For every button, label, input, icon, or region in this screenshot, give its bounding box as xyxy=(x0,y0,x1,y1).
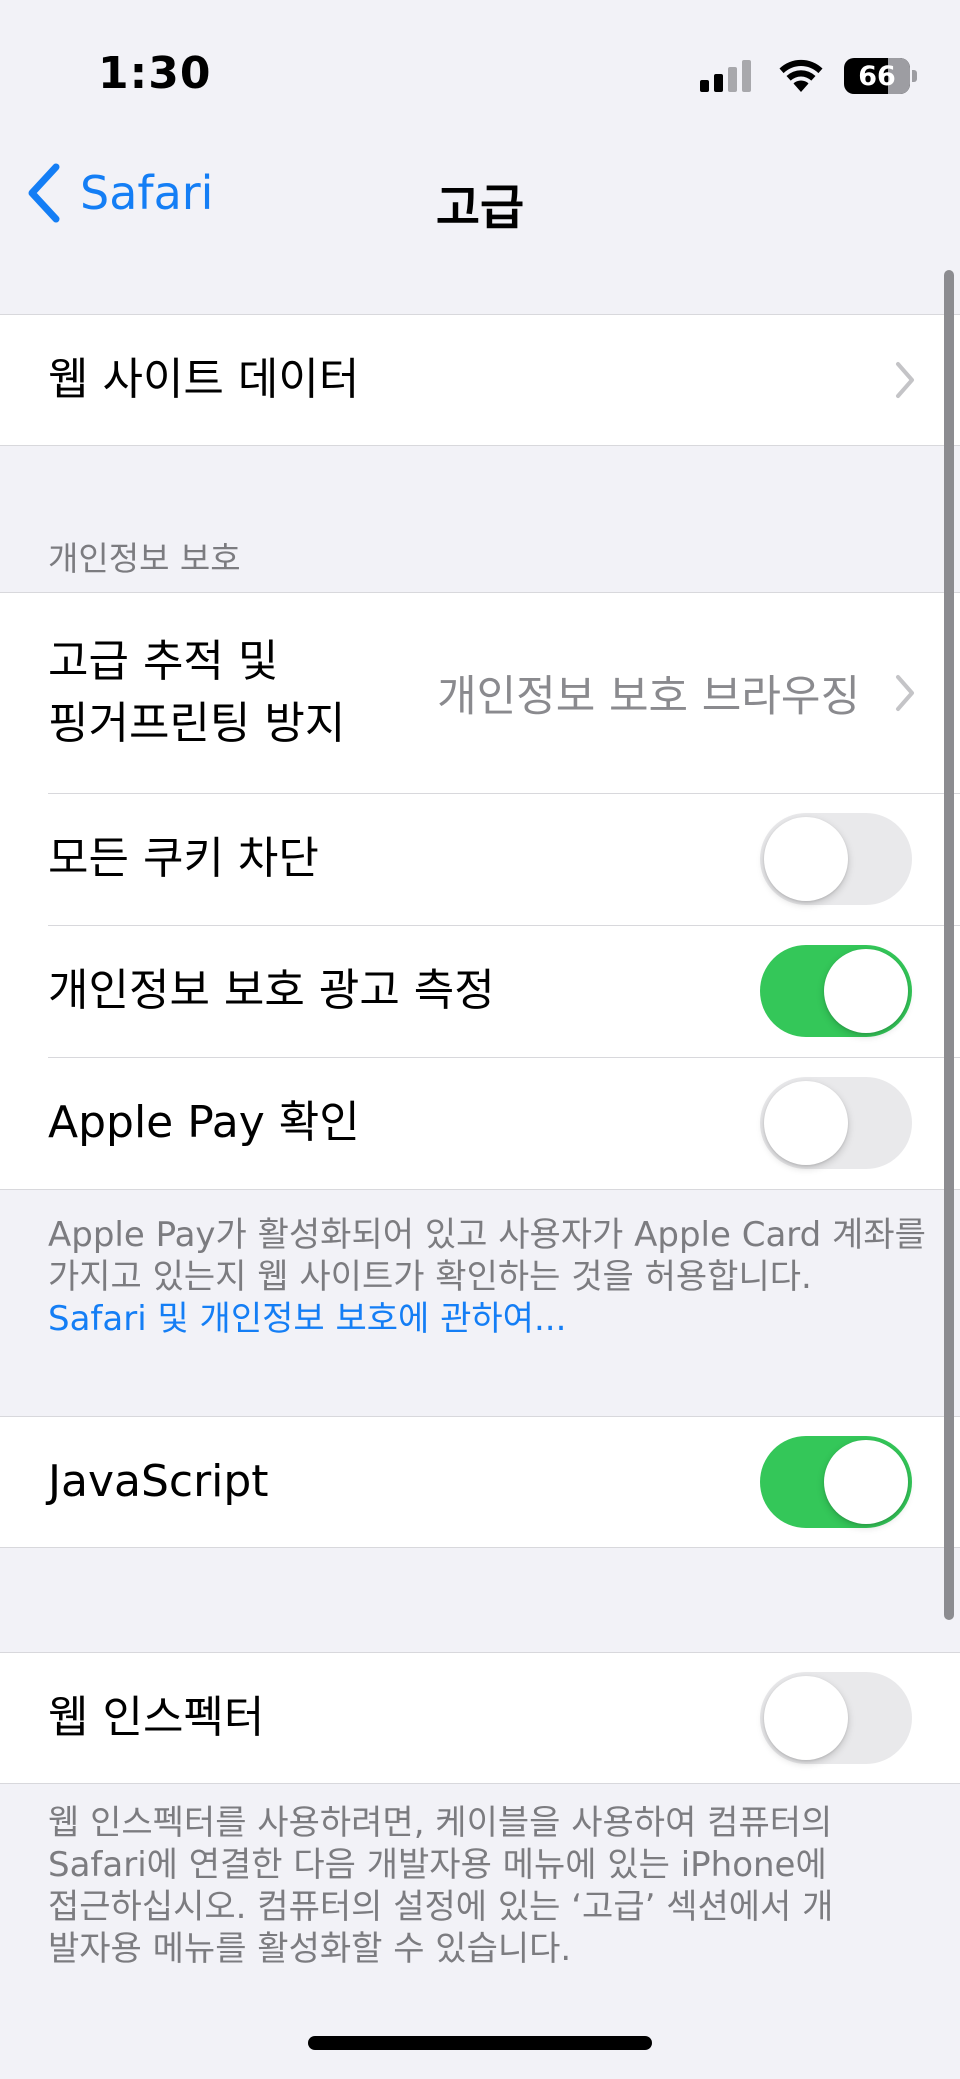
toggle-knob xyxy=(764,1676,848,1760)
privacy-group: 고급 추적 및 핑거프린팅 방지 개인정보 보호 브라우징 모든 쿠키 차단 개… xyxy=(0,592,960,1190)
website-data-group: 웹 사이트 데이터 xyxy=(0,314,960,446)
tracking-protection-label-line2: 핑거프린팅 방지 xyxy=(48,698,346,749)
web-inspector-group: 웹 인스펙터 xyxy=(0,1652,960,1784)
web-inspector-footer-text: 웹 인스펙터를 사용하려면, 케이블을 사용하여 컴퓨터의 Safari에 연결… xyxy=(48,1803,834,1969)
tracking-protection-label: 고급 추적 및 핑거프린팅 방지 xyxy=(48,631,345,755)
web-inspector-footer: 웹 인스펙터를 사용하려면, 케이블을 사용하여 컴퓨터의 Safari에 연결… xyxy=(48,1802,848,1970)
web-inspector-row: 웹 인스펙터 xyxy=(0,1653,960,1783)
chevron-right-icon xyxy=(896,362,914,398)
apple-pay-check-toggle[interactable] xyxy=(760,1077,912,1169)
signal-bar xyxy=(742,60,751,92)
block-cookies-label: 모든 쿠키 차단 xyxy=(48,833,319,884)
web-inspector-toggle[interactable] xyxy=(760,1672,912,1764)
ad-measurement-toggle[interactable] xyxy=(760,945,912,1037)
status-bar: 1:30 66 xyxy=(0,0,960,130)
toggle-knob xyxy=(764,817,848,901)
page-title: 고급 xyxy=(435,180,525,236)
cellular-signal-icon xyxy=(700,60,756,92)
apple-pay-footer: Apple Pay가 활성화되어 있고 사용자가 Apple Card 계좌를 … xyxy=(48,1214,928,1340)
tracking-protection-value: 개인정보 보호 브라우징 xyxy=(437,672,860,722)
ad-measurement-label: 개인정보 보호 광고 측정 xyxy=(48,965,495,1016)
javascript-row: JavaScript xyxy=(0,1417,960,1547)
toggle-knob xyxy=(824,1440,908,1524)
javascript-label: JavaScript xyxy=(48,1456,269,1507)
chevron-right-icon xyxy=(896,675,914,711)
javascript-group: JavaScript xyxy=(0,1416,960,1548)
block-cookies-toggle[interactable] xyxy=(760,813,912,905)
tracking-protection-row[interactable]: 고급 추적 및 핑거프린팅 방지 개인정보 보호 브라우징 xyxy=(0,593,960,793)
web-inspector-label: 웹 인스펙터 xyxy=(48,1692,265,1743)
privacy-about-link[interactable]: Safari 및 개인정보 보호에 관하여... xyxy=(48,1299,566,1339)
block-cookies-row: 모든 쿠키 차단 xyxy=(0,793,960,925)
ad-measurement-row: 개인정보 보호 광고 측정 xyxy=(0,925,960,1057)
status-icons: 66 xyxy=(700,54,917,98)
javascript-toggle[interactable] xyxy=(760,1436,912,1528)
status-time: 1:30 xyxy=(98,48,212,99)
signal-bar xyxy=(700,80,709,92)
website-data-label: 웹 사이트 데이터 xyxy=(48,354,360,405)
toggle-knob xyxy=(824,949,908,1033)
apple-pay-check-row: Apple Pay 확인 xyxy=(0,1057,960,1189)
screen: 1:30 66 Safari 고급 웹 사이트 데이터 개인정보 보호 고급 추… xyxy=(0,0,960,2079)
apple-pay-check-label: Apple Pay 확인 xyxy=(48,1097,360,1148)
privacy-section-header: 개인정보 보호 xyxy=(48,539,241,578)
battery-level: 66 xyxy=(858,60,896,92)
website-data-row[interactable]: 웹 사이트 데이터 xyxy=(0,315,960,445)
battery-nub xyxy=(912,70,917,82)
tracking-protection-label-line1: 고급 추적 및 xyxy=(48,636,279,687)
apple-pay-footer-text: Apple Pay가 활성화되어 있고 사용자가 Apple Card 계좌를 … xyxy=(48,1215,926,1297)
battery-icon: 66 xyxy=(844,58,917,94)
wifi-icon xyxy=(779,59,823,92)
home-indicator[interactable] xyxy=(308,2036,652,2050)
signal-bar xyxy=(714,74,723,92)
toggle-knob xyxy=(764,1081,848,1165)
signal-bar xyxy=(728,67,737,92)
scroll-indicator[interactable] xyxy=(944,270,954,1620)
navigation-bar: Safari 고급 xyxy=(0,140,960,250)
